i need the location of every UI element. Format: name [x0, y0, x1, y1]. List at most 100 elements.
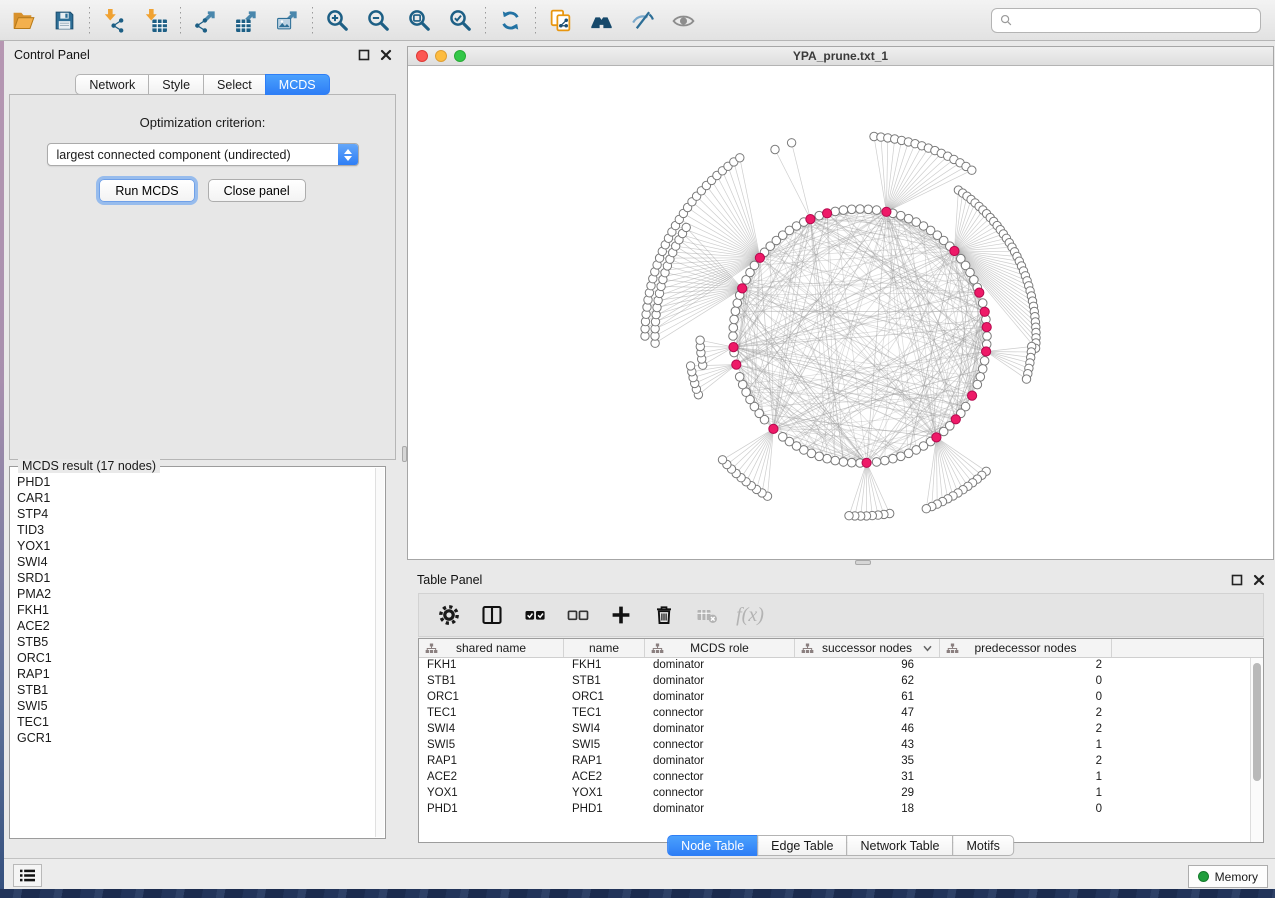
table-row[interactable]: TEC1TEC1connector472: [419, 706, 1250, 722]
cell-shared_name[interactable]: RAP1: [419, 754, 564, 770]
cell-name[interactable]: ACE2: [564, 770, 645, 786]
duplicate-network-icon[interactable]: [547, 7, 574, 34]
table-row[interactable]: RAP1RAP1dominator352: [419, 754, 1250, 770]
network-graph[interactable]: [408, 66, 1273, 559]
mcds-dominator-node[interactable]: [882, 207, 891, 216]
minimize-window-icon[interactable]: [435, 50, 447, 62]
export-table-icon[interactable]: [233, 7, 260, 34]
cell-shared_name[interactable]: ORC1: [419, 690, 564, 706]
cell-mcds_role[interactable]: connector: [645, 770, 795, 786]
network-node[interactable]: [978, 365, 987, 374]
column-header-mcds_role[interactable]: MCDS role: [645, 639, 795, 657]
mcds-result-item[interactable]: PHD1: [17, 474, 375, 490]
mcds-result-item[interactable]: SWI4: [17, 554, 375, 570]
network-node[interactable]: [696, 336, 704, 344]
network-node[interactable]: [856, 205, 865, 214]
table-row[interactable]: SWI4SWI4dominator462: [419, 722, 1250, 738]
network-node[interactable]: [897, 452, 906, 461]
network-node[interactable]: [823, 454, 832, 463]
cell-name[interactable]: SWI4: [564, 722, 645, 738]
mcds-result-item[interactable]: TID3: [17, 522, 375, 538]
table-row[interactable]: PHD1PHD1dominator180: [419, 802, 1250, 818]
mcds-dominator-node[interactable]: [729, 343, 738, 352]
cell-predecessor_nodes[interactable]: 2: [940, 706, 1112, 722]
network-node[interactable]: [968, 166, 976, 174]
mcds-result-list[interactable]: PHD1CAR1STP4TID3YOX1SWI4SRD1PMA2FKH1ACE2…: [11, 470, 375, 837]
column-header-predecessor_nodes[interactable]: predecessor nodes: [940, 639, 1112, 657]
close-panel-button[interactable]: Close panel: [208, 179, 306, 202]
mcds-result-item[interactable]: GCR1: [17, 730, 375, 746]
tab-node-table[interactable]: Node Table: [667, 835, 758, 856]
network-node[interactable]: [718, 456, 726, 464]
cell-shared_name[interactable]: FKH1: [419, 658, 564, 674]
zoom-selected-icon[interactable]: [447, 7, 474, 34]
cell-successor_nodes[interactable]: 31: [795, 770, 940, 786]
cell-successor_nodes[interactable]: 47: [795, 706, 940, 722]
network-node[interactable]: [978, 299, 987, 308]
network-canvas[interactable]: [408, 66, 1273, 559]
network-node[interactable]: [682, 223, 690, 231]
network-node[interactable]: [729, 332, 738, 341]
zoom-in-icon[interactable]: [324, 7, 351, 34]
network-node[interactable]: [980, 357, 989, 366]
network-node[interactable]: [872, 206, 881, 215]
cell-predecessor_nodes[interactable]: 0: [940, 674, 1112, 690]
network-node[interactable]: [839, 458, 848, 467]
close-panel-icon[interactable]: [379, 49, 392, 62]
select-all-icon[interactable]: [521, 601, 549, 629]
table-row[interactable]: STB1STB1dominator620: [419, 674, 1250, 690]
close-window-icon[interactable]: [416, 50, 428, 62]
cell-name[interactable]: STB1: [564, 674, 645, 690]
network-node[interactable]: [872, 458, 881, 467]
network-node[interactable]: [847, 458, 856, 467]
add-column-icon[interactable]: [607, 601, 635, 629]
cell-name[interactable]: TEC1: [564, 706, 645, 722]
eye-slash-icon[interactable]: [629, 7, 656, 34]
network-node[interactable]: [778, 433, 787, 442]
network-node[interactable]: [730, 315, 739, 324]
mcds-dominator-node[interactable]: [950, 246, 959, 255]
cell-successor_nodes[interactable]: 62: [795, 674, 940, 690]
float-table-panel-icon[interactable]: [1230, 574, 1243, 587]
mcds-result-item[interactable]: CAR1: [17, 490, 375, 506]
tab-network[interactable]: Network: [75, 74, 149, 95]
cell-name[interactable]: YOX1: [564, 786, 645, 802]
cell-shared_name[interactable]: STB1: [419, 674, 564, 690]
tab-mcds[interactable]: MCDS: [265, 74, 330, 95]
zoom-out-icon[interactable]: [365, 7, 392, 34]
mcds-dominator-node[interactable]: [732, 360, 741, 369]
network-node[interactable]: [735, 373, 744, 382]
cell-predecessor_nodes[interactable]: 1: [940, 770, 1112, 786]
network-node[interactable]: [983, 332, 992, 341]
mcds-dominator-node[interactable]: [968, 391, 977, 400]
mcds-result-item[interactable]: STB5: [17, 634, 375, 650]
import-network-icon[interactable]: [101, 7, 128, 34]
sort-chevron-icon[interactable]: [923, 645, 932, 652]
open-file-icon[interactable]: [10, 7, 37, 34]
cell-mcds_role[interactable]: dominator: [645, 722, 795, 738]
network-node[interactable]: [831, 456, 840, 465]
search-input[interactable]: [1015, 10, 1254, 30]
network-node[interactable]: [939, 427, 948, 436]
mcds-dominator-node[interactable]: [982, 323, 991, 332]
table-scrollbar[interactable]: [1250, 658, 1263, 842]
cell-predecessor_nodes[interactable]: 2: [940, 658, 1112, 674]
network-node[interactable]: [750, 261, 759, 270]
mcds-result-item[interactable]: YOX1: [17, 538, 375, 554]
table-row[interactable]: ORC1ORC1dominator610: [419, 690, 1250, 706]
network-node[interactable]: [831, 207, 840, 216]
cell-successor_nodes[interactable]: 18: [795, 802, 940, 818]
cell-successor_nodes[interactable]: 35: [795, 754, 940, 770]
network-node[interactable]: [881, 456, 890, 465]
cell-shared_name[interactable]: TEC1: [419, 706, 564, 722]
cell-predecessor_nodes[interactable]: 2: [940, 722, 1112, 738]
mcds-result-item[interactable]: SRD1: [17, 570, 375, 586]
mcds-dominator-node[interactable]: [975, 288, 984, 297]
mcds-dominator-node[interactable]: [823, 209, 832, 218]
network-node[interactable]: [771, 145, 779, 153]
tab-network-table[interactable]: Network Table: [847, 835, 954, 856]
export-network-icon[interactable]: [192, 7, 219, 34]
network-node[interactable]: [733, 299, 742, 308]
split-columns-icon[interactable]: [478, 601, 506, 629]
float-window-icon[interactable]: [357, 49, 370, 62]
